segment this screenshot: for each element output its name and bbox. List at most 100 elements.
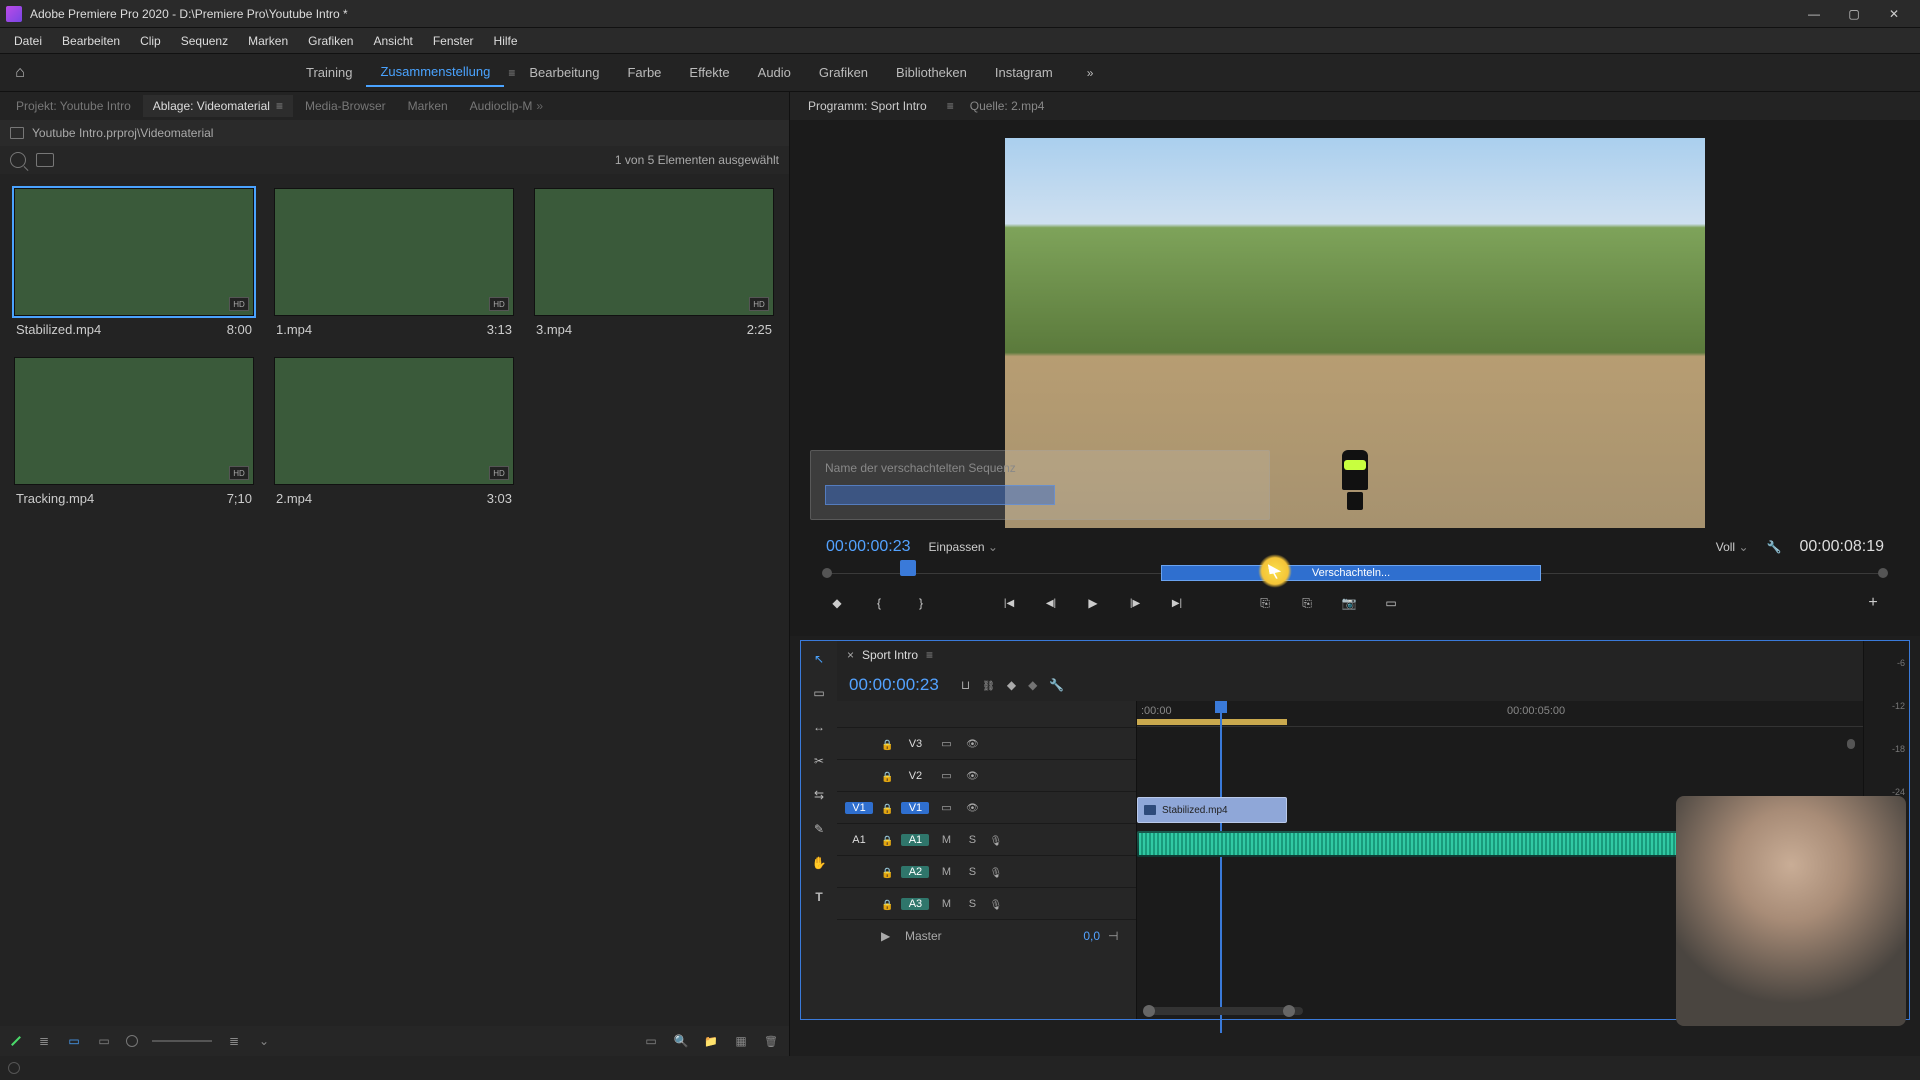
pen-tool[interactable] xyxy=(809,819,829,839)
clip-item[interactable]: HD Stabilized.mp48:00 xyxy=(14,188,254,337)
step-forward-button[interactable] xyxy=(1124,592,1146,614)
scrubber-handle-left[interactable] xyxy=(822,568,832,578)
menu-item[interactable]: Fenster xyxy=(423,30,484,52)
menu-item[interactable]: Clip xyxy=(130,30,171,52)
slip-tool[interactable] xyxy=(809,785,829,805)
timeline-zoom-scrollbar[interactable] xyxy=(1143,1007,1303,1015)
timeline-ruler[interactable]: :00:00 00:00:05:00 xyxy=(1137,701,1863,727)
goto-prev-button[interactable] xyxy=(998,592,1020,614)
automate-icon[interactable] xyxy=(643,1033,659,1049)
goto-next-button[interactable] xyxy=(1166,592,1188,614)
track-header-v1[interactable]: V1 V1 xyxy=(837,791,1136,823)
track-target[interactable]: A1 xyxy=(901,834,929,846)
track-select-tool[interactable] xyxy=(809,683,829,703)
clip-item[interactable]: HD 2.mp43:03 xyxy=(274,357,514,506)
quality-select[interactable]: Voll xyxy=(1716,540,1749,554)
timeline-audio-clip[interactable] xyxy=(1137,831,1757,857)
clip-thumbnail[interactable]: HD xyxy=(274,188,514,316)
track-target[interactable]: A3 xyxy=(901,898,929,910)
scrubber-handle-right[interactable] xyxy=(1878,568,1888,578)
type-tool[interactable] xyxy=(809,887,829,907)
track-header-a2[interactable]: A2 MS xyxy=(837,855,1136,887)
workspace-tab[interactable]: Instagram xyxy=(981,59,1067,86)
panel-tab[interactable]: Marken xyxy=(398,95,458,117)
program-scrubber[interactable]: Verschachteln... xyxy=(826,562,1884,584)
workspace-tab[interactable]: Audio xyxy=(744,59,805,86)
pencil-icon[interactable] xyxy=(11,1036,21,1046)
menu-item[interactable]: Bearbeiten xyxy=(52,30,130,52)
timeline-marker-icon[interactable] xyxy=(1028,678,1037,692)
clip-thumbnail[interactable]: HD xyxy=(14,357,254,485)
lock-icon[interactable] xyxy=(881,865,893,879)
selection-tool[interactable] xyxy=(809,649,829,669)
track-target[interactable]: V1 xyxy=(901,802,929,814)
menu-item[interactable]: Sequenz xyxy=(171,30,238,52)
menu-item[interactable]: Ansicht xyxy=(363,30,422,52)
menu-item[interactable]: Marken xyxy=(238,30,298,52)
workspace-overflow-icon[interactable] xyxy=(1087,66,1094,80)
track-header-v2[interactable]: V2 xyxy=(837,759,1136,791)
lock-icon[interactable] xyxy=(881,833,893,847)
sync-lock-icon[interactable] xyxy=(937,737,955,750)
window-minimize-button[interactable] xyxy=(1794,0,1834,28)
track-header-a1[interactable]: A1A1 MS xyxy=(837,823,1136,855)
play-button[interactable] xyxy=(1082,592,1104,614)
mic-icon[interactable] xyxy=(989,897,1002,911)
workspace-tab[interactable]: Bearbeitung xyxy=(515,59,613,86)
panel-tab[interactable]: Media-Browser xyxy=(295,95,396,117)
source-patch[interactable]: A1 xyxy=(845,834,873,846)
source-patch[interactable]: V1 xyxy=(845,802,873,814)
sequence-name[interactable]: Sport Intro xyxy=(862,648,918,662)
zoom-slider-start[interactable] xyxy=(126,1035,138,1047)
workspace-menu-icon[interactable] xyxy=(508,66,515,80)
track-header-v3[interactable]: V3 xyxy=(837,727,1136,759)
clip-thumbnail[interactable]: HD xyxy=(274,357,514,485)
timeline-playhead[interactable] xyxy=(1215,701,1227,713)
zoom-slider[interactable] xyxy=(152,1040,212,1042)
track-target[interactable]: V3 xyxy=(901,738,929,750)
track-target[interactable]: V2 xyxy=(901,770,929,782)
mic-icon[interactable] xyxy=(989,865,1002,879)
program-panel-menu-icon[interactable] xyxy=(947,99,954,113)
sort-menu-icon[interactable] xyxy=(256,1033,272,1049)
clip-thumbnail[interactable]: HD xyxy=(534,188,774,316)
snap-toggle[interactable] xyxy=(961,678,970,692)
timeline-settings-icon[interactable] xyxy=(1049,678,1064,692)
export-frame-button[interactable] xyxy=(1338,592,1360,614)
workspace-tab[interactable]: Effekte xyxy=(675,59,743,86)
find-icon[interactable]: 🔍 xyxy=(673,1033,689,1049)
lock-icon[interactable] xyxy=(881,897,893,911)
freeform-view-icon[interactable] xyxy=(96,1033,112,1049)
sort-icon[interactable] xyxy=(226,1033,242,1049)
track-header-master[interactable]: ▶Master 0,0 ⊣ xyxy=(837,919,1136,951)
eye-icon[interactable] xyxy=(963,738,981,750)
program-timecode[interactable]: 00:00:00:23 xyxy=(826,538,911,556)
timeline-video-clip[interactable]: Stabilized.mp4 xyxy=(1137,797,1287,823)
menu-item[interactable]: Grafiken xyxy=(298,30,363,52)
sync-lock-icon[interactable] xyxy=(937,769,955,782)
panel-tab[interactable]: Audioclip-M xyxy=(460,95,553,117)
lock-icon[interactable] xyxy=(881,801,893,815)
mark-in-button[interactable] xyxy=(868,592,890,614)
timeline-panel-menu-icon[interactable] xyxy=(926,648,933,662)
linked-selection-toggle[interactable] xyxy=(982,678,995,692)
eye-icon[interactable] xyxy=(963,770,981,782)
window-maximize-button[interactable] xyxy=(1834,0,1874,28)
button-editor-button[interactable] xyxy=(1862,592,1884,614)
panel-tab-active[interactable]: Ablage: Videomaterial xyxy=(143,95,293,117)
new-bin-icon[interactable] xyxy=(703,1033,719,1049)
dialog-name-input[interactable] xyxy=(825,485,1055,505)
hand-tool[interactable] xyxy=(809,853,829,873)
program-tab-active[interactable]: Programm: Sport Intro xyxy=(800,95,935,117)
clip-item[interactable]: HD Tracking.mp47;10 xyxy=(14,357,254,506)
vertical-zoom-handle[interactable] xyxy=(1847,739,1855,749)
work-area-bar[interactable] xyxy=(1137,719,1287,725)
panel-tab[interactable]: Projekt: Youtube Intro xyxy=(6,95,141,117)
home-button[interactable] xyxy=(8,61,32,85)
add-marker-icon[interactable] xyxy=(1007,678,1016,692)
source-tab[interactable]: Quelle: 2.mp4 xyxy=(962,95,1053,117)
clip-thumbnail[interactable]: HD xyxy=(14,188,254,316)
sync-lock-icon[interactable] xyxy=(937,801,955,814)
workspace-tab[interactable]: Bibliotheken xyxy=(882,59,981,86)
panel-menu-icon[interactable] xyxy=(276,99,283,113)
